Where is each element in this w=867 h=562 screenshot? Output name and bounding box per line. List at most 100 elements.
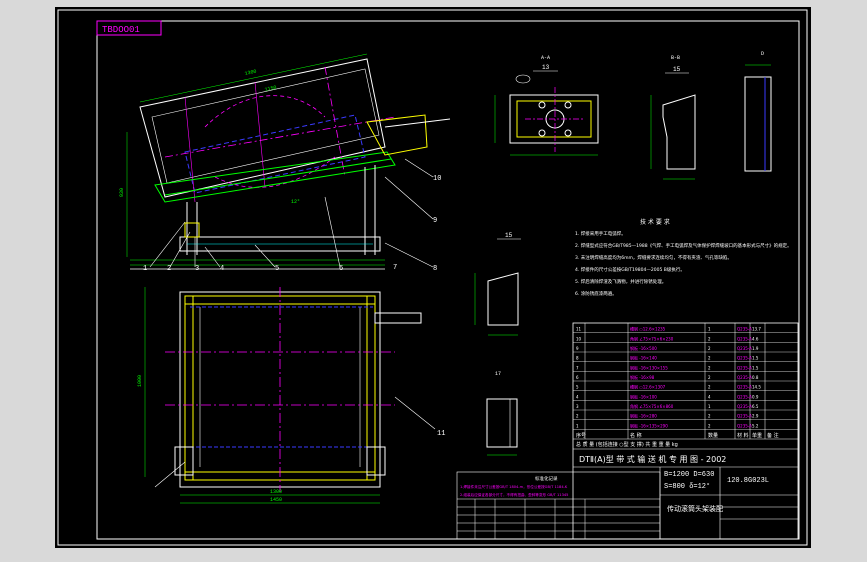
parts-cell-weight: 1.9	[752, 346, 759, 351]
parts-cell-weight: 14.5	[752, 385, 761, 390]
note-5: 5. 焊后清除焊渣及飞溅物，并进行除锈处理。	[575, 278, 666, 285]
parts-cell-mat: Q235-A	[737, 385, 752, 390]
dim-len-main: 1300	[244, 69, 257, 77]
parts-header-mat: 材 料	[737, 432, 749, 439]
series-title: DTⅡ(A)型 带 式 输 送 机 专 用 图 - 2002	[579, 454, 726, 464]
parts-cell-qty: 2	[708, 414, 711, 419]
detail-d: D	[744, 51, 772, 172]
notes-title: 技 术 要 求	[640, 218, 670, 226]
parts-cell-qty: 2	[708, 365, 711, 370]
parts-cell-spec: 钢板 -16×100	[630, 393, 657, 399]
parts-table: 11 槽钢 ○12.6×1235 1 Q235-A 13.710 角钢 ∠75×75×6×…	[572, 322, 799, 540]
technical-notes: 技 术 要 求 1. 焊接采用手工电弧焊。 2. 焊缝型式应符合GB/T985—…	[575, 218, 792, 297]
parts-cell-qty: 2	[708, 346, 711, 351]
balloon-4: 4	[220, 265, 224, 273]
note-4: 4. 焊接件的尺寸公差按GB/T19804—2005 B级执行。	[575, 266, 685, 273]
record-title: 标准化记录	[535, 475, 558, 482]
parts-cell-weight: 1.5	[752, 356, 759, 361]
section-17: 17	[486, 371, 518, 456]
parts-header-note: 备 注	[767, 432, 779, 439]
record-box: 标准化记录 1.焊接件未注尺寸公差按GB/T 1804-m，形位公差按GB/T …	[456, 471, 661, 540]
parts-cell-mat: Q235-A	[737, 404, 752, 409]
parts-cell-spec: 钢板 -16×98	[630, 374, 655, 380]
note-1: 1. 焊接采用手工电弧焊。	[575, 230, 626, 237]
parts-cell-spec: 槽钢 ○12.6×1307	[630, 384, 666, 390]
parts-cell-qty: 2	[708, 356, 711, 361]
parts-cell-mat: Q235-A	[737, 394, 752, 399]
balloon-9: 9	[433, 217, 437, 225]
parts-cell-mat: Q235-A	[737, 336, 752, 341]
drawing-number: 120.8G023L	[727, 477, 769, 485]
record-row-1: 1.焊接件未注尺寸公差按GB/T 1804-m，形位公差按GB/T 1184-K	[460, 484, 568, 489]
inclined-frame-outline	[139, 58, 386, 198]
balloon-5: 5	[275, 265, 279, 273]
parts-cell-spec: 钢板 -16×500	[630, 345, 657, 351]
note-2: 2. 焊缝型式应符合GB/T985—1988《气焊、手工电弧焊及气体保护焊焊缝坡…	[575, 242, 792, 249]
parts-cell-weight: 4.6	[752, 336, 759, 341]
parts-cell-mat: Q235-A	[737, 414, 752, 419]
section-13-label: 13	[542, 64, 550, 71]
dim-depth-plan: 1000	[137, 375, 143, 387]
balloon-6: 6	[339, 265, 343, 273]
section-a-a-title: A-A	[541, 55, 550, 61]
parts-cell-qty: 2	[708, 385, 711, 390]
parts-cell-weight: 2.9	[752, 414, 759, 419]
cad-drawing: TBDOO01 1300 1150 930 12° 1 2 3 4 5 6 7 …	[57, 9, 808, 546]
parts-cell-qty: 4	[708, 394, 711, 399]
balloon-2: 2	[167, 265, 171, 273]
balloon-1: 1	[143, 265, 147, 273]
parts-cell-qty: 2	[708, 336, 711, 341]
parts-cell-no: 8	[576, 356, 579, 361]
parts-cell-qty: 2	[708, 423, 711, 428]
balloon-10: 10	[433, 175, 441, 183]
parts-cell-no: 5	[576, 385, 579, 390]
parts-cell-no: 7	[576, 365, 579, 370]
parts-header-no: 序号	[576, 432, 586, 439]
section-15-left: 15	[474, 232, 521, 336]
parts-cell-qty: 1	[708, 404, 711, 409]
parts-cell-no: 10	[576, 336, 582, 341]
parts-cell-no: 9	[576, 346, 579, 351]
record-row-2: 2.组装后应保证各部分尺寸，不得有扭曲、歪斜等变形 GB/T 11345	[460, 492, 568, 497]
corner-code: TBDOO01	[102, 25, 140, 35]
detail-d-title: D	[761, 51, 764, 57]
section-b-b: B-B 15	[650, 55, 696, 180]
note-6: 6. 涂防锈底漆两遍。	[575, 290, 617, 297]
parts-cell-qty: 2	[708, 375, 711, 380]
parts-cell-mat: Q235-A	[737, 423, 752, 428]
parts-cell-mat: Q235-A	[737, 365, 752, 370]
parts-cell-spec: 钢板 -16×140	[630, 355, 657, 361]
dim-width-plan: 1300	[270, 489, 282, 495]
parts-header-weight: 单重	[752, 432, 762, 439]
parts-cell-mat: Q235-A	[737, 356, 752, 361]
balloon-3: 3	[195, 265, 199, 273]
parts-cell-weight: 5.2	[752, 423, 759, 428]
parts-cell-no: 2	[576, 414, 579, 419]
balloon-8: 8	[433, 265, 437, 273]
parts-footer: 总 质 量 (包括连接 ○型 支 撑) 共 重 重 量 kg	[576, 441, 678, 448]
parts-cell-no: 11	[576, 327, 582, 332]
parts-cell-no: 3	[576, 404, 579, 409]
plan-view: 1000 1300 1450 11	[137, 287, 445, 504]
parts-cell-spec: 角钢 ∠75×75×6×230	[630, 335, 674, 341]
param-2: S=800 δ=12°	[664, 482, 710, 491]
parts-cell-spec: 角钢 ∠75×75×6×860	[630, 403, 674, 409]
section-15-left-label: 15	[505, 232, 513, 239]
parts-cell-mat: Q235-A	[737, 346, 752, 351]
parts-cell-qty: 1	[708, 327, 711, 332]
section-17-label: 17	[495, 371, 501, 377]
parts-cell-weight: 1.5	[752, 365, 759, 370]
parts-cell-weight: 0.9	[752, 394, 759, 399]
section-b-b-title: B-B	[671, 55, 680, 61]
drawing-viewport: TBDOO01 1300 1150 930 12° 1 2 3 4 5 6 7 …	[55, 7, 811, 548]
parts-cell-mat: Q235-A	[737, 327, 752, 332]
param-1: B=1200 D=630	[664, 471, 714, 479]
dim-height-left: 930	[119, 188, 125, 197]
section-a-a: A-A 13	[494, 55, 599, 156]
parts-header-spec: 名 称	[630, 432, 642, 439]
parts-cell-no: 4	[576, 394, 579, 399]
balloon-7: 7	[393, 264, 397, 272]
parts-cell-spec: 钢板 -16×280	[630, 413, 657, 419]
side-elevation-view: 1300 1150 930 12° 1 2 3 4 5 6 7 8 9 10	[119, 53, 451, 273]
parts-cell-weight: 13.7	[752, 327, 761, 332]
